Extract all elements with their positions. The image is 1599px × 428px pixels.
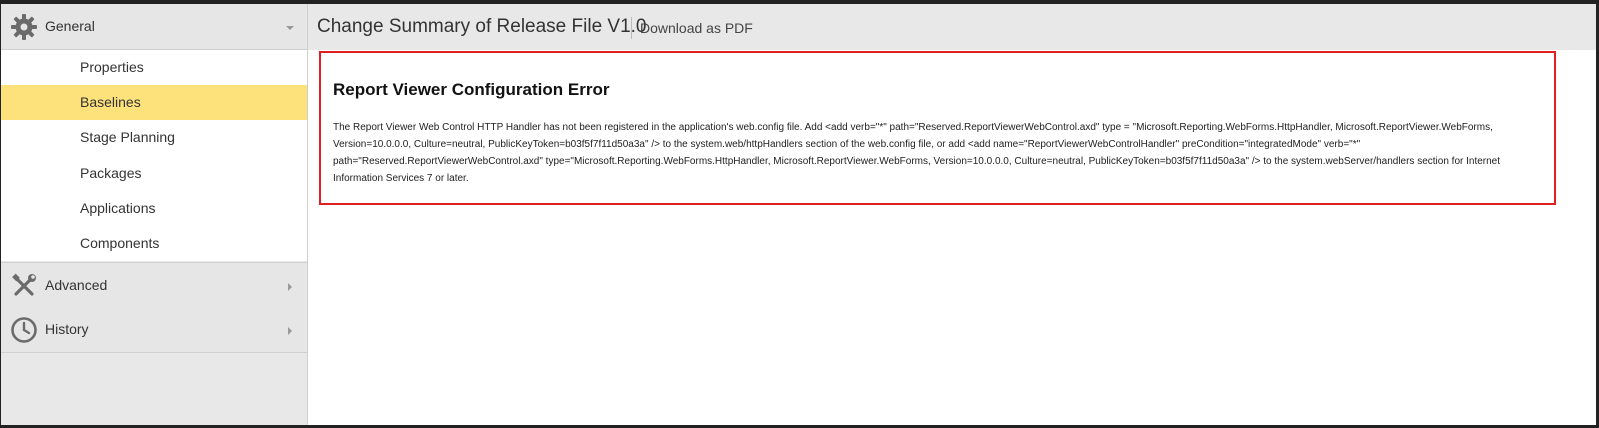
sidebar-section-advanced[interactable]: Advanced [1,262,307,309]
error-title: Report Viewer Configuration Error [333,80,610,99]
sidebar-section-history[interactable]: History [1,307,307,353]
tools-icon [12,273,36,296]
sidebar-item-components[interactable]: Components [1,226,307,261]
sidebar-section-label: History [45,321,89,337]
chevron-down-icon [286,26,294,30]
sidebar-section-label: Advanced [45,277,108,293]
download-pdf-link[interactable]: Download as PDF [640,20,753,36]
page-title: Change Summary of Release File V1.0 [317,16,647,37]
sidebar-item-properties[interactable]: Properties [1,50,307,85]
sidebar: General Properties Baselines Stage Plann… [1,4,308,425]
sidebar-item-stage-planning[interactable]: Stage Planning [1,120,307,155]
clock-icon [11,317,37,343]
sidebar-item-baselines[interactable]: Baselines [1,85,307,121]
sidebar-item-list: Properties Baselines Stage Planning Pack… [1,50,307,261]
chevron-right-icon [288,327,292,335]
report-error-panel: Report Viewer Configuration Error The Re… [319,51,1556,205]
page-header: Change Summary of Release File V1.0 Down… [308,4,1596,50]
sidebar-item-applications[interactable]: Applications [1,191,307,226]
sidebar-section-label: General [45,18,95,34]
gear-icon [11,14,37,40]
error-message: The Report Viewer Web Control HTTP Handl… [333,122,1501,184]
chevron-right-icon [288,283,292,291]
sidebar-item-packages[interactable]: Packages [1,156,307,191]
header-divider [631,17,632,39]
sidebar-section-general[interactable]: General [1,4,307,50]
app-window: General Properties Baselines Stage Plann… [1,4,1596,425]
